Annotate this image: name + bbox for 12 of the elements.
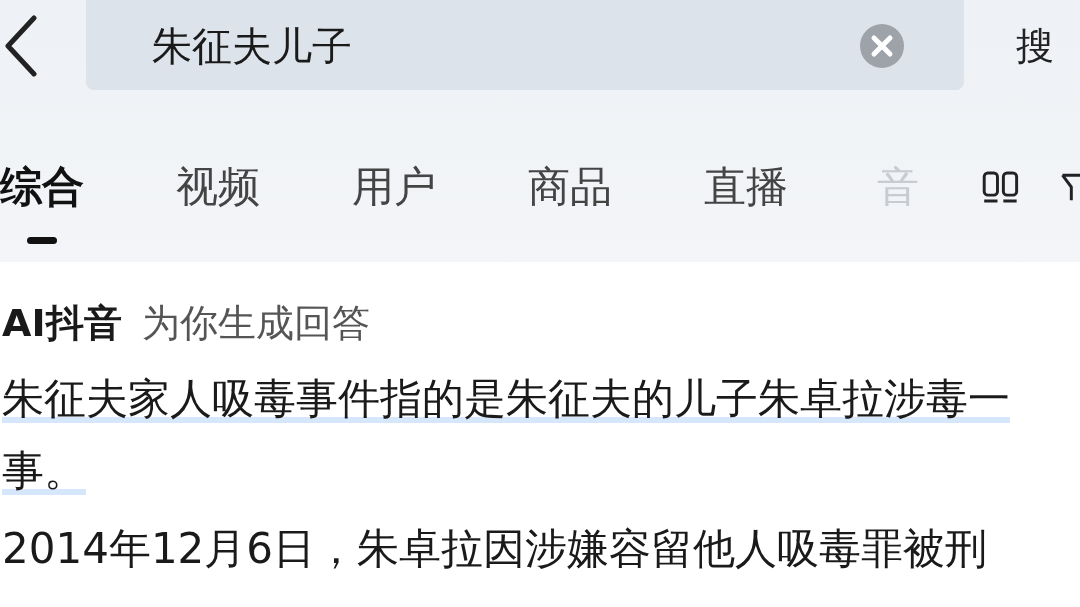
- tab[interactable]: 用户: [346, 159, 442, 215]
- tab[interactable]: 综合: [0, 159, 90, 215]
- tab[interactable]: 商品: [522, 159, 618, 215]
- answer-subtitle: 为你生成回答: [141, 300, 370, 347]
- search-field[interactable]: 朱征夫儿子: [86, 0, 964, 90]
- back-icon[interactable]: [4, 15, 38, 77]
- tab-indicator: [27, 237, 57, 244]
- answer-paragraph: 2014年12月6日，朱卓拉因涉嫌容留他人吸毒罪被刑: [2, 523, 989, 575]
- brand-label: AI抖音: [2, 300, 122, 347]
- tab[interactable]: 视频: [170, 159, 266, 215]
- search-button[interactable]: 搜: [1016, 20, 1054, 72]
- tab[interactable]: 直播: [698, 159, 794, 215]
